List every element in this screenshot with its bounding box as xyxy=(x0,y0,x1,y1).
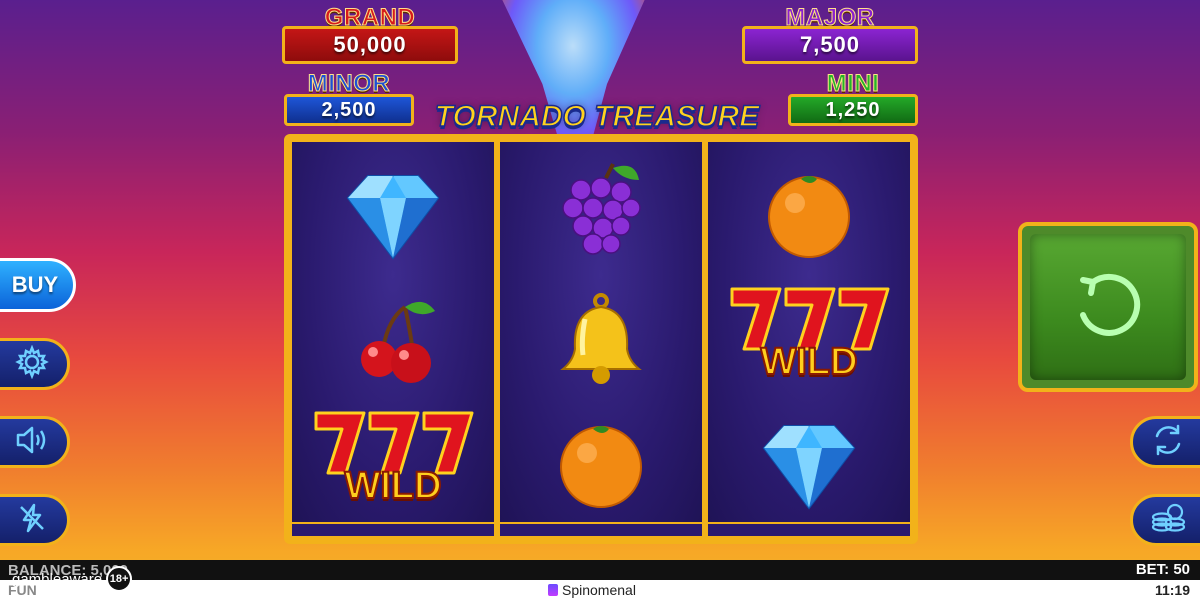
gambleaware-badge[interactable]: gambleaware 18+ xyxy=(12,566,133,592)
footer-bar: FUN Spinomenal 11:19 xyxy=(0,580,1200,600)
settings-button[interactable] xyxy=(0,338,70,390)
wild-777-symbol: WILD xyxy=(708,276,910,402)
speaker-icon xyxy=(14,424,50,461)
provider-name: Spinomenal xyxy=(562,582,636,598)
provider-brand: Spinomenal xyxy=(548,582,636,598)
wild-777-symbol: WILD xyxy=(292,400,494,526)
reel-3: WILD xyxy=(708,142,910,522)
gambleaware-text: gambleaware xyxy=(12,570,103,588)
age-badge: 18+ xyxy=(106,566,133,592)
gear-icon xyxy=(15,344,49,384)
coins-icon xyxy=(1149,501,1187,540)
spin-button-face xyxy=(1030,234,1186,380)
orange-symbol xyxy=(500,400,702,526)
reel-3-footer xyxy=(708,524,910,536)
grand-jackpot-value: 50,000 xyxy=(282,26,458,64)
wild-label: WILD xyxy=(343,464,442,508)
reel-2-footer xyxy=(500,524,702,536)
diamond-symbol xyxy=(708,400,910,526)
cherry-symbol xyxy=(292,276,494,402)
buy-button[interactable]: BUY xyxy=(0,258,76,312)
mini-jackpot-value: 1,250 xyxy=(788,94,918,126)
reel-2 xyxy=(500,142,702,522)
spinomenal-logo-icon xyxy=(548,584,558,596)
autoplay-icon xyxy=(1150,422,1186,463)
clock: 11:19 xyxy=(1154,582,1190,598)
bet-text: BET: 50 xyxy=(1135,561,1190,578)
turbo-button[interactable] xyxy=(0,494,70,546)
minor-jackpot-value: 2,500 xyxy=(284,94,414,126)
bell-symbol xyxy=(500,276,702,402)
status-bar: BALANCE: 5,000 BET: 50 xyxy=(0,560,1200,580)
orange-symbol xyxy=(708,150,910,276)
wild-label: WILD xyxy=(759,340,858,384)
reel-1: WILD xyxy=(292,142,494,522)
sound-button[interactable] xyxy=(0,416,70,468)
reel-grid: WILD WILD xyxy=(284,134,918,544)
lightning-off-icon xyxy=(16,502,48,539)
autoplay-button[interactable] xyxy=(1130,416,1200,468)
major-jackpot-value: 7,500 xyxy=(742,26,918,64)
spin-button[interactable] xyxy=(1018,222,1198,392)
grapes-symbol xyxy=(500,150,702,276)
diamond-symbol xyxy=(292,150,494,276)
bet-button[interactable] xyxy=(1130,494,1200,546)
reel-1-footer xyxy=(292,524,494,536)
spin-icon xyxy=(1063,260,1153,355)
